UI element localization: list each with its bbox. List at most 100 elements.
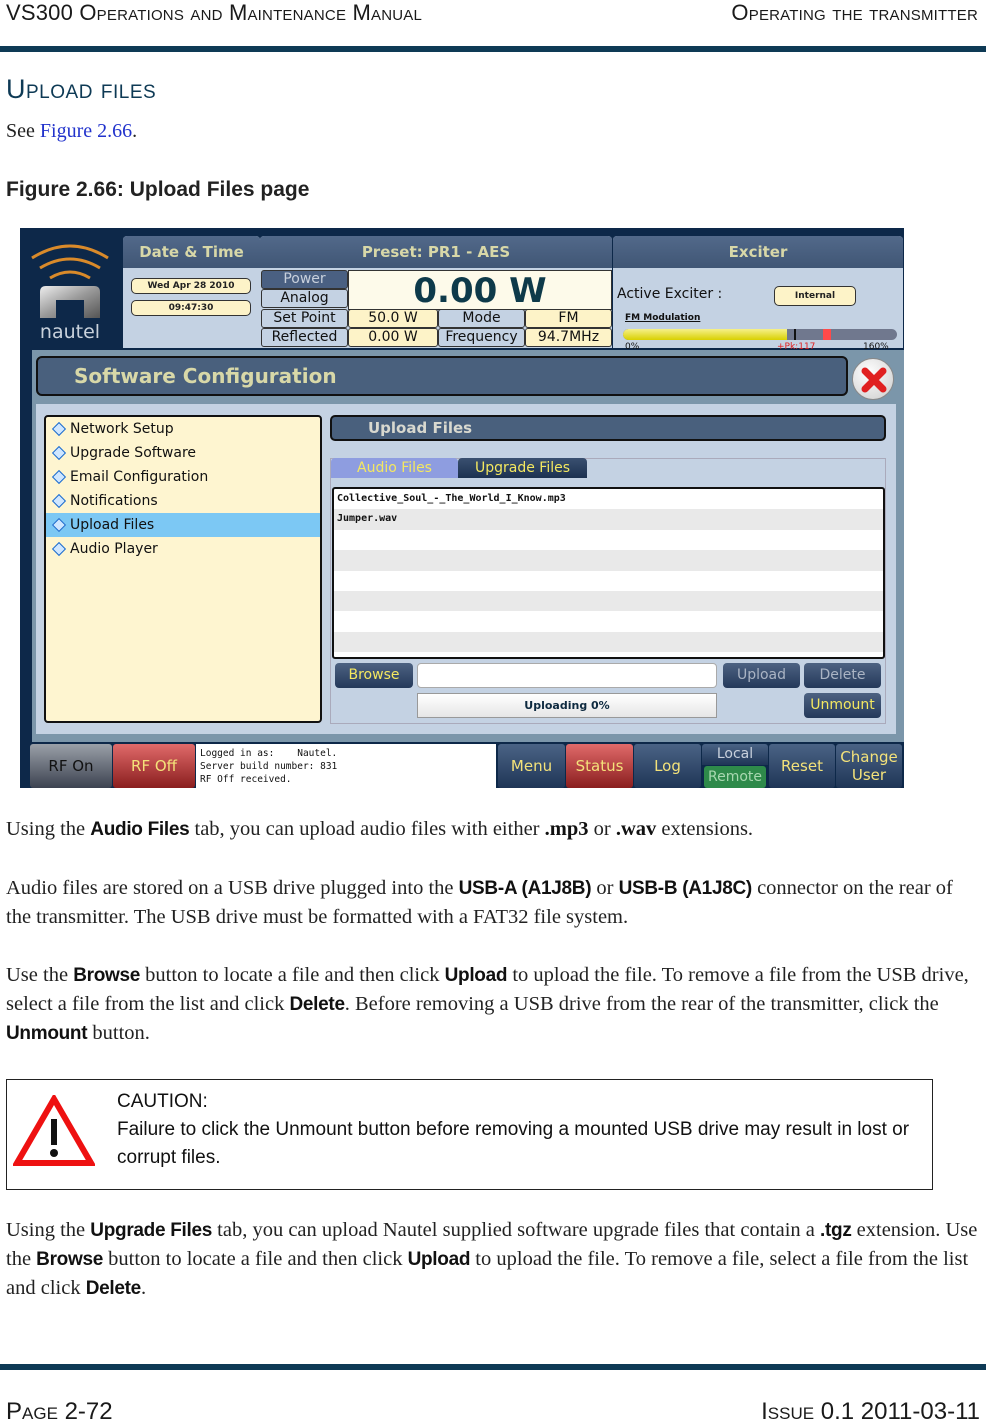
paragraph-audio-files: Using the Audio Files tab, you can uploa… xyxy=(6,818,754,840)
set-point-value: 50.0 W xyxy=(348,309,438,328)
preset-panel: Preset: PR1 - AES Power Analog 0.00 W Se… xyxy=(260,236,612,348)
mode-value: FM xyxy=(525,309,612,328)
menu-item-email-configuration[interactable]: Email Configuration xyxy=(46,465,320,489)
unmount-button[interactable]: Unmount xyxy=(804,693,881,718)
transmitter-ui-screenshot: nautel Date & Time Wed Apr 28 2010 09:47… xyxy=(20,228,904,788)
upload-progress-bar: Uploading 0% xyxy=(417,693,717,718)
connector-term: USB-A (A1J8B) xyxy=(458,878,592,899)
local-option[interactable]: Local xyxy=(702,744,768,765)
status-button[interactable]: Status xyxy=(566,744,633,788)
close-icon xyxy=(861,367,887,393)
paragraph-upgrade-files: Using the Upgrade Files tab, you can upl… xyxy=(6,1219,978,1299)
menu-item-audio-player[interactable]: Audio Player xyxy=(46,537,320,561)
menu-item-label: Upgrade Software xyxy=(70,445,197,461)
file-row[interactable] xyxy=(334,571,883,591)
see-suffix: . xyxy=(132,120,138,142)
file-row[interactable] xyxy=(334,530,883,550)
tab-upgrade-files[interactable]: Upgrade Files xyxy=(458,458,587,478)
log-button[interactable]: Log xyxy=(634,744,701,788)
time-display: 09:47:30 xyxy=(131,300,251,316)
close-button[interactable] xyxy=(852,358,894,400)
ui-term: Delete xyxy=(85,1278,142,1299)
fm-modulation-fill xyxy=(623,329,788,340)
upload-button[interactable]: Upload xyxy=(723,663,800,688)
rf-off-button[interactable]: RF Off xyxy=(113,744,195,788)
fm-modulation-label: FM Modulation xyxy=(625,313,701,323)
file-row[interactable] xyxy=(334,590,883,612)
diamond-icon xyxy=(51,517,67,533)
menu-item-upload-files[interactable]: Upload Files xyxy=(46,513,320,537)
delete-button[interactable]: Delete xyxy=(804,663,881,688)
issue-date: Issue 0.1 2011-03-11 xyxy=(761,1398,980,1425)
menu-button[interactable]: Menu xyxy=(498,744,565,788)
extension-term: .tgz xyxy=(820,1220,852,1241)
date-display: Wed Apr 28 2010 xyxy=(131,278,251,294)
caution-box: CAUTION: Failure to click the Unmount bu… xyxy=(6,1079,933,1190)
footer-rule xyxy=(0,1364,986,1370)
change-user-button[interactable]: Change User xyxy=(836,744,902,788)
file-row[interactable] xyxy=(334,611,883,631)
set-point-label: Set Point xyxy=(261,309,348,328)
ui-term: Upgrade Files xyxy=(90,1220,213,1241)
chapter-title: Operating the transmitter xyxy=(731,0,978,25)
tab-audio-files[interactable]: Audio Files xyxy=(331,458,458,478)
fm-peak-indicator xyxy=(823,329,832,340)
extension-term: .wav xyxy=(615,818,657,840)
see-figure-line: See Figure 2.66. xyxy=(6,120,137,143)
menu-item-label: Audio Player xyxy=(70,541,158,557)
local-remote-toggle[interactable]: Local Remote xyxy=(702,744,768,788)
ui-term: Audio Files xyxy=(90,819,190,840)
menu-item-network-setup[interactable]: Network Setup xyxy=(46,417,320,441)
figure-caption: Figure 2.66: Upload Files page xyxy=(6,178,310,201)
preset-title: Preset: PR1 - AES xyxy=(260,236,612,268)
exciter-panel: Exciter Active Exciter : Internal FM Mod… xyxy=(613,236,903,352)
ui-term: Upload xyxy=(444,965,508,986)
file-row[interactable]: Collective_Soul_-_The_World_I_Know.mp3 xyxy=(334,489,883,509)
file-row[interactable]: Jumper.wav xyxy=(334,509,883,530)
menu-item-notifications[interactable]: Notifications xyxy=(46,489,320,513)
ui-term: Browse xyxy=(36,1249,104,1270)
reset-button[interactable]: Reset xyxy=(769,744,835,788)
page-number: Page 2-72 xyxy=(6,1398,113,1425)
extension-term: .mp3 xyxy=(544,818,589,840)
frequency-value: 94.7MHz xyxy=(525,328,612,347)
paragraph-browse-upload: Use the Browse button to locate a file a… xyxy=(6,964,969,1044)
power-value: 0.00 W xyxy=(348,270,612,311)
file-list[interactable]: Collective_Soul_-_The_World_I_Know.mp3 J… xyxy=(332,487,885,659)
file-row[interactable] xyxy=(334,631,883,653)
remote-option[interactable]: Remote xyxy=(704,766,766,788)
nautel-logo: nautel xyxy=(20,228,120,348)
caution-text: CAUTION: Failure to click the Unmount bu… xyxy=(117,1088,917,1172)
see-prefix: See xyxy=(6,120,40,142)
log-line: Server build number: 831 xyxy=(200,761,338,772)
paragraph-usb-drive: Audio files are stored on a USB drive pl… xyxy=(6,877,953,928)
diamond-icon xyxy=(51,541,67,557)
upload-files-title: Upload Files xyxy=(330,415,886,441)
diamond-icon xyxy=(51,469,67,485)
caution-message: Failure to click the Unmount button befo… xyxy=(117,1119,910,1168)
warning-triangle-icon xyxy=(13,1095,95,1166)
date-time-title: Date & Time xyxy=(123,236,260,268)
reflected-value: 0.00 W xyxy=(348,328,438,347)
diamond-icon xyxy=(51,493,67,509)
section-title: Upload files xyxy=(6,74,157,104)
browse-button[interactable]: Browse xyxy=(335,663,413,688)
menu-item-upgrade-software[interactable]: Upgrade Software xyxy=(46,441,320,465)
figure-link[interactable]: Figure 2.66 xyxy=(40,120,132,142)
file-row[interactable] xyxy=(334,550,883,571)
exciter-title: Exciter xyxy=(613,236,903,268)
file-path-input[interactable] xyxy=(417,663,717,688)
caution-title: CAUTION: xyxy=(117,1091,208,1112)
log-line: RF Off received. xyxy=(200,774,292,785)
config-menu-list: Network Setup Upgrade Software Email Con… xyxy=(44,415,322,723)
power-tab[interactable]: Power xyxy=(261,270,348,289)
ui-term: Unmount xyxy=(6,1023,88,1044)
analog-tab[interactable]: Analog xyxy=(261,289,348,308)
rf-on-button[interactable]: RF On xyxy=(30,744,112,788)
ui-term: Upload xyxy=(407,1249,471,1270)
date-time-panel: Date & Time Wed Apr 28 2010 09:47:30 xyxy=(123,236,260,348)
menu-item-label: Notifications xyxy=(70,493,158,509)
fm-modulation-marker xyxy=(794,329,797,340)
active-exciter-label: Active Exciter : xyxy=(617,286,723,302)
frequency-label: Frequency xyxy=(438,328,525,347)
